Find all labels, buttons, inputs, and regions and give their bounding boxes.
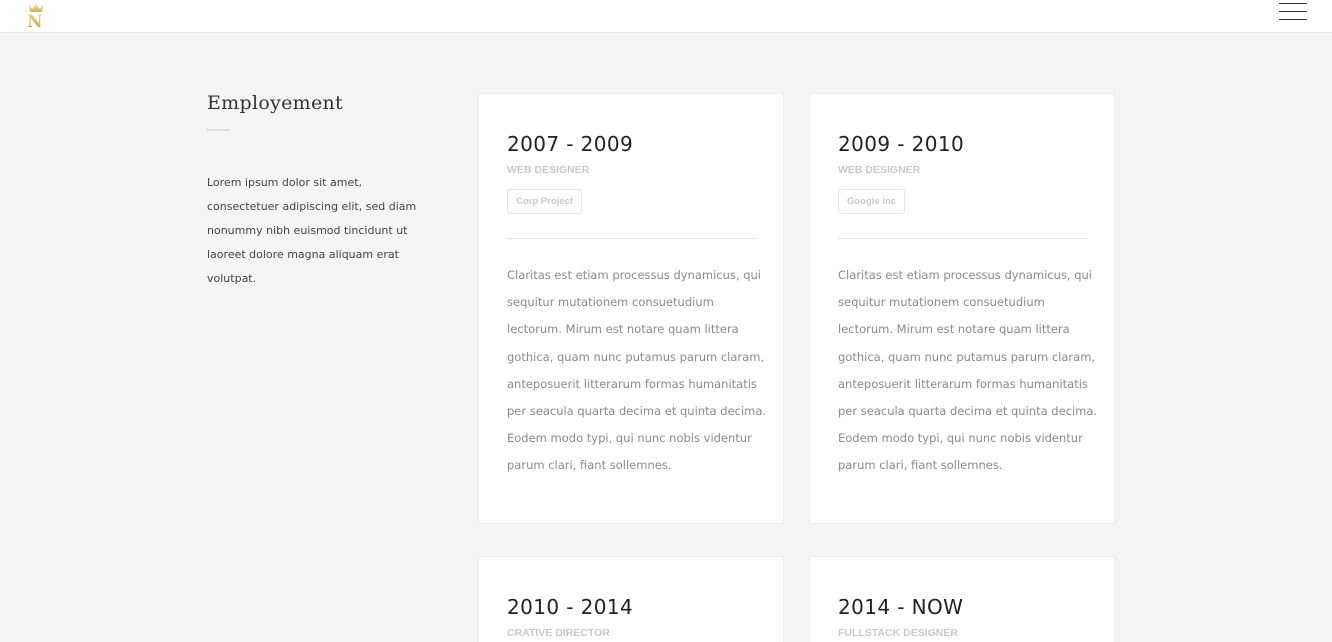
job-card: 2014 - NOW FULLSTACK DESIGNER	[809, 556, 1115, 642]
logo-letter: N	[27, 12, 43, 28]
section-description: Lorem ipsum dolor sit amet, consectetuer…	[207, 176, 417, 285]
job-role: CRATIVE DIRECTOR	[507, 627, 610, 639]
job-years: 2009 - 2010	[838, 132, 965, 156]
top-navbar: N	[0, 0, 1332, 33]
card-divider	[507, 238, 756, 239]
section-title: Employement	[207, 92, 343, 114]
job-role: WEB DESIGNER	[838, 164, 921, 176]
job-description: Claritas est etiam processus dynamicus, …	[507, 268, 767, 473]
job-description: Claritas est etiam processus dynamicus, …	[838, 268, 1098, 473]
job-role: WEB DESIGNER	[507, 164, 590, 176]
logo[interactable]: N	[24, 2, 48, 32]
job-years: 2010 - 2014	[507, 595, 634, 619]
job-years: 2014 - NOW	[838, 595, 964, 619]
company-tag: Corp Project	[507, 189, 583, 214]
title-underline	[207, 129, 230, 131]
company-tag: Google inc	[838, 189, 906, 214]
job-role: FULLSTACK DESIGNER	[838, 627, 958, 639]
job-card: 2007 - 2009 WEB DESIGNER Corp Project Cl…	[478, 93, 784, 524]
hamburger-menu-icon[interactable]	[1279, 3, 1307, 20]
job-years: 2007 - 2009	[507, 132, 634, 156]
job-card: 2010 - 2014 CRATIVE DIRECTOR	[478, 556, 784, 642]
card-divider	[838, 238, 1087, 239]
job-card: 2009 - 2010 WEB DESIGNER Google inc Clar…	[809, 93, 1115, 524]
crown-logo-icon: N	[27, 4, 43, 32]
